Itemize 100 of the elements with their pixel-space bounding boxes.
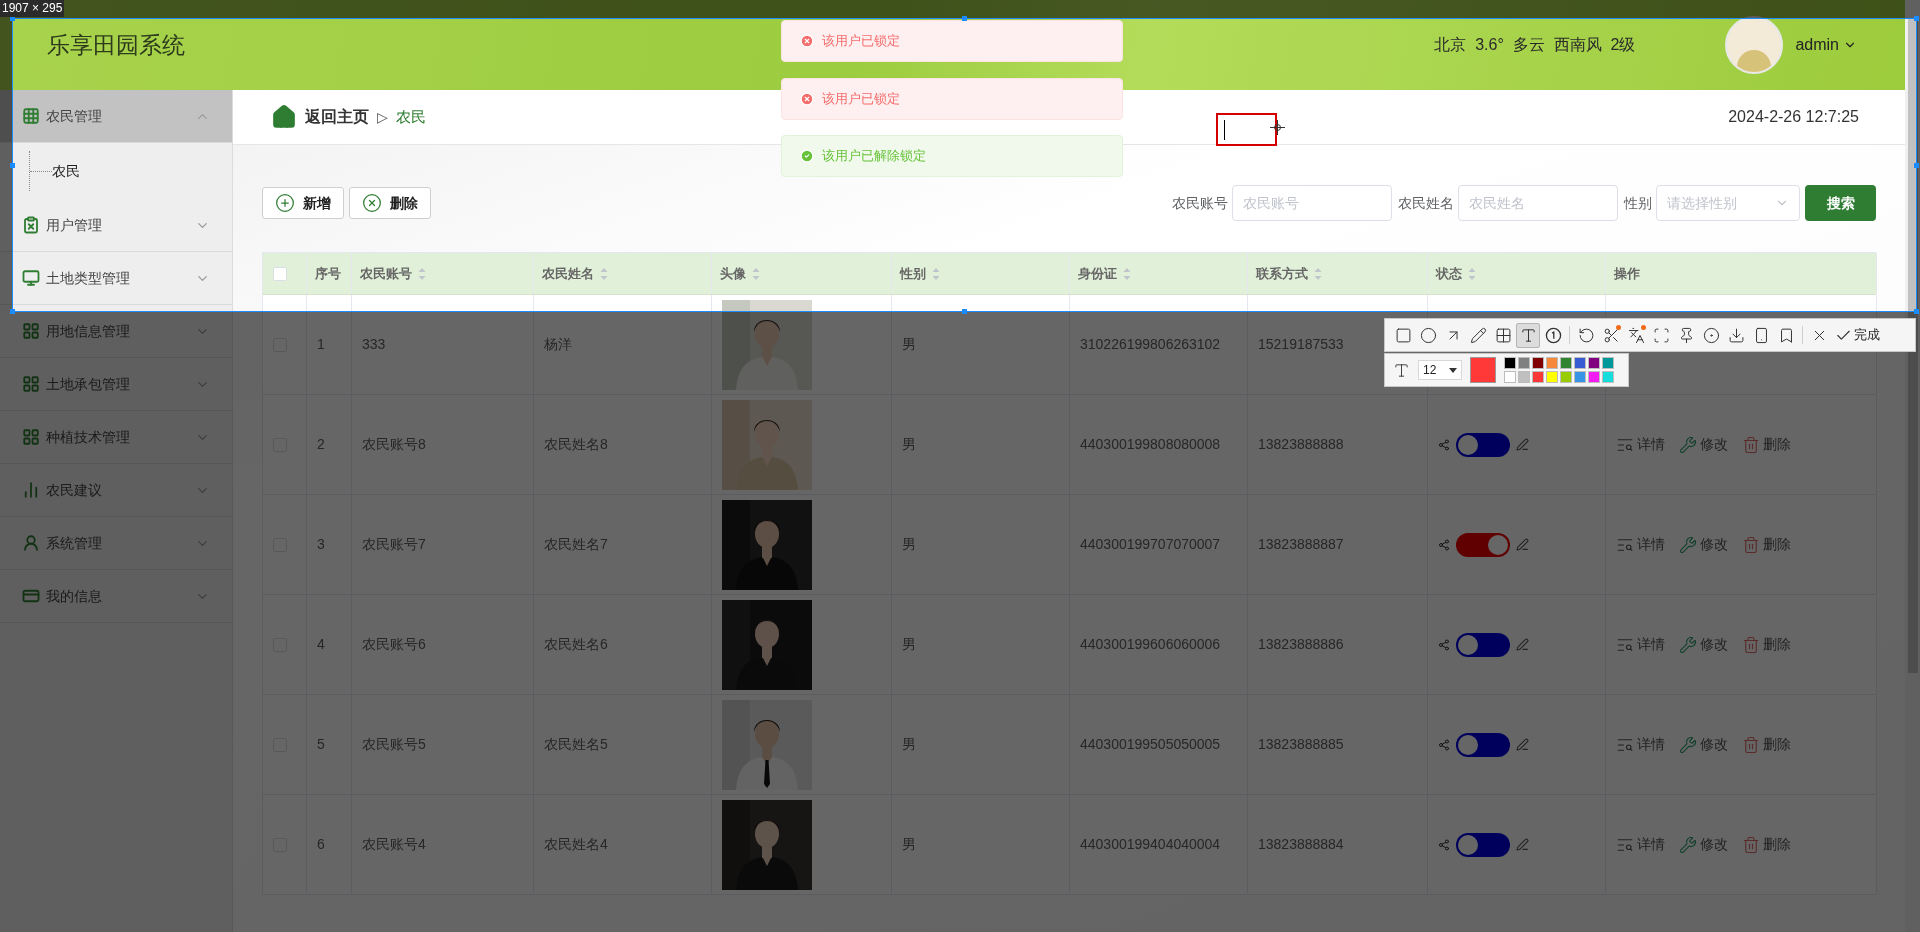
detail-link[interactable]: 详情 xyxy=(1616,734,1665,755)
detail-link[interactable]: 详情 xyxy=(1616,634,1665,655)
color-swatch[interactable] xyxy=(1602,357,1614,369)
checkbox[interactable] xyxy=(273,266,287,281)
detail-link[interactable]: 详情 xyxy=(1616,834,1665,855)
plus-circle-icon xyxy=(275,193,295,213)
resize-handle[interactable] xyxy=(10,163,15,168)
table-cell-text: 农民姓名6 xyxy=(544,635,608,654)
undo-icon xyxy=(1577,326,1595,344)
color-swatch[interactable] xyxy=(1574,371,1586,383)
card-icon xyxy=(22,587,40,605)
color-swatch[interactable] xyxy=(1560,357,1572,369)
color-swatch[interactable] xyxy=(1588,357,1600,369)
scan-icon xyxy=(1652,326,1670,344)
grid-icon xyxy=(22,107,40,125)
status-toggle[interactable] xyxy=(1456,632,1510,657)
annotation-text-box[interactable] xyxy=(1216,113,1277,146)
font-size-select[interactable]: 12 xyxy=(1418,360,1462,380)
column-header: 状态 xyxy=(1436,264,1462,283)
color-swatch[interactable] xyxy=(1588,371,1600,383)
table-cell-text: 2 xyxy=(317,435,325,454)
table-cell-text: 440300199505050005 xyxy=(1080,735,1221,754)
table-cell-text: 男 xyxy=(902,835,916,854)
edit-link[interactable]: 修改 xyxy=(1679,434,1728,455)
share-icon xyxy=(1438,738,1450,751)
crosshair-cursor-icon xyxy=(1270,120,1285,135)
tool-button[interactable] xyxy=(1516,322,1540,348)
edit-link[interactable]: 修改 xyxy=(1679,534,1728,555)
table-cell-text: 6 xyxy=(317,835,325,854)
status-toggle[interactable] xyxy=(1456,732,1510,757)
color-swatch[interactable] xyxy=(1504,357,1516,369)
grid-icon xyxy=(22,375,40,393)
color-swatch[interactable] xyxy=(1518,371,1530,383)
selection-frame[interactable] xyxy=(12,18,1917,312)
gender-select[interactable]: 请选择性别 xyxy=(1656,185,1800,221)
delete-link[interactable]: 删除 xyxy=(1742,734,1791,755)
color-swatch[interactable] xyxy=(1546,357,1558,369)
sidebar-subitem[interactable]: 农民 xyxy=(52,160,80,182)
column-header: 联系方式 xyxy=(1256,264,1308,283)
resize-handle[interactable] xyxy=(10,309,15,314)
text-icon xyxy=(1519,326,1537,344)
table-cell-text: 13823888885 xyxy=(1258,735,1344,754)
delete-button[interactable]: 删除 xyxy=(349,187,431,219)
add-button[interactable]: 新增 xyxy=(262,187,344,219)
avatar[interactable] xyxy=(1725,16,1784,74)
home-link[interactable]: 返回主页 xyxy=(305,105,369,129)
table-cell-text: 农民账号7 xyxy=(362,535,426,554)
font-icon xyxy=(1393,361,1410,379)
color-swatch[interactable] xyxy=(1574,357,1586,369)
toast-message: 该用户已解除锁定 xyxy=(781,135,1123,177)
column-header: 性别 xyxy=(900,264,926,283)
edit-link[interactable]: 修改 xyxy=(1679,834,1728,855)
color-swatch[interactable] xyxy=(1532,357,1544,369)
resize-handle[interactable] xyxy=(1914,309,1919,314)
wrench-icon xyxy=(1679,435,1697,454)
search-field[interactable]: 农民姓名 xyxy=(1458,185,1618,221)
toast-message: 该用户已锁定 xyxy=(781,20,1123,62)
delete-link[interactable]: 删除 xyxy=(1742,834,1791,855)
delete-link[interactable]: 删除 xyxy=(1742,434,1791,455)
current-color-swatch[interactable] xyxy=(1470,357,1496,383)
edit-link[interactable]: 修改 xyxy=(1679,734,1728,755)
pen-icon xyxy=(1516,538,1529,551)
color-swatch[interactable] xyxy=(1518,357,1530,369)
resize-handle[interactable] xyxy=(1914,16,1919,21)
resize-handle[interactable] xyxy=(1914,163,1919,168)
resize-handle[interactable] xyxy=(962,309,967,314)
status-toggle[interactable] xyxy=(1456,832,1510,857)
dropdown-triangle-icon xyxy=(1449,367,1457,373)
table-cell-text: 男 xyxy=(902,435,916,454)
color-swatch[interactable] xyxy=(1532,371,1544,383)
clipboard-icon xyxy=(22,216,40,234)
trash-icon xyxy=(1742,735,1760,754)
table-cell-text: 男 xyxy=(902,335,916,354)
status-toggle[interactable] xyxy=(1456,432,1510,457)
delete-link[interactable]: 删除 xyxy=(1742,534,1791,555)
scissors-icon xyxy=(1602,326,1620,344)
table-cell-text: 农民账号5 xyxy=(362,735,426,754)
table-cell-text: 男 xyxy=(902,635,916,654)
resize-handle[interactable] xyxy=(962,16,967,21)
color-swatch[interactable] xyxy=(1602,371,1614,383)
delete-link[interactable]: 删除 xyxy=(1742,634,1791,655)
status-toggle[interactable] xyxy=(1456,532,1510,557)
color-swatch[interactable] xyxy=(1560,371,1572,383)
pen-icon xyxy=(1516,438,1529,451)
search-button[interactable]: 搜索 xyxy=(1805,185,1876,221)
detail-link[interactable]: 详情 xyxy=(1616,534,1665,555)
edit-link[interactable]: 修改 xyxy=(1679,634,1728,655)
table-cell-text: 农民账号6 xyxy=(362,635,426,654)
numbered-marker-icon xyxy=(1544,326,1562,344)
pencil-icon xyxy=(1469,326,1487,344)
detail-link[interactable]: 详情 xyxy=(1616,434,1665,455)
table-cell-text: 男 xyxy=(902,735,916,754)
color-swatch[interactable] xyxy=(1546,371,1558,383)
user-menu[interactable]: admin xyxy=(1795,33,1857,57)
table-cell-text: 男 xyxy=(902,535,916,554)
color-swatch[interactable] xyxy=(1504,371,1516,383)
circle-icon xyxy=(1419,326,1437,344)
sidebar-item[interactable]: 农民管理 xyxy=(0,90,232,143)
search-field[interactable]: 农民账号 xyxy=(1232,185,1392,221)
done-button[interactable]: 完成 xyxy=(1835,325,1880,345)
